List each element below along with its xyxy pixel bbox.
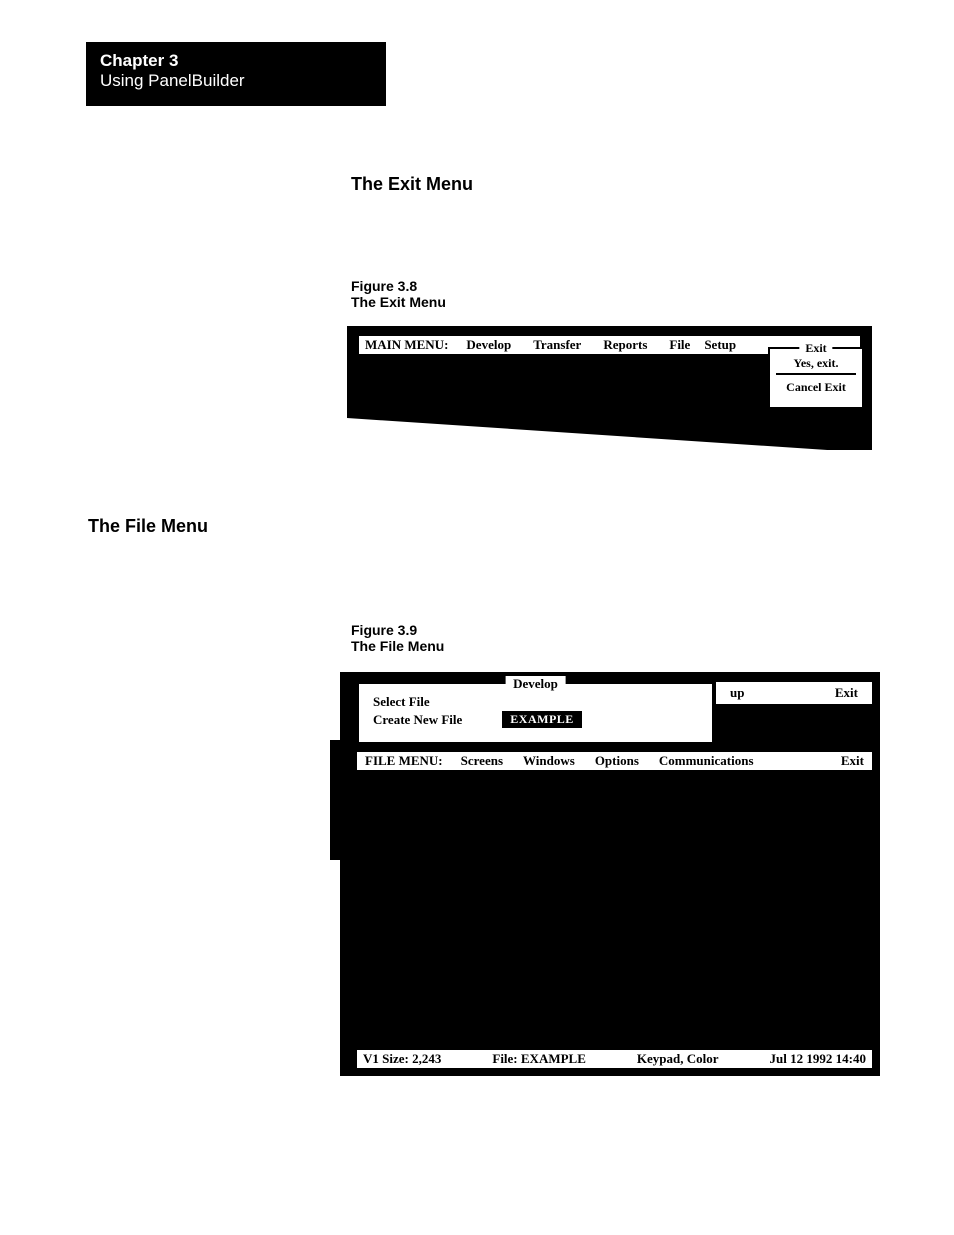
file-menu-item-screens[interactable]: Screens (461, 753, 503, 769)
status-mode: Keypad, Color (637, 1051, 719, 1067)
develop-select-file[interactable]: Select File (373, 694, 698, 710)
figure-number-3-9: Figure 3.9 (351, 622, 444, 638)
menu-item-setup[interactable]: Setup (704, 337, 736, 353)
top-right-up-fragment: up (730, 685, 744, 701)
document-page: Chapter 3 Using PanelBuilder The Exit Me… (0, 0, 954, 1235)
develop-panel-legend: Develop (505, 676, 566, 692)
file-menu-item-communications[interactable]: Communications (659, 753, 754, 769)
file-menu-screenshot: Develop Select File Create New File EXAM… (340, 672, 880, 1076)
exit-popup-legend: Exit (799, 341, 832, 356)
menu-item-file[interactable]: File (669, 337, 690, 353)
menu-item-transfer[interactable]: Transfer (533, 337, 581, 353)
figure-caption-3-8: Figure 3.8 The Exit Menu (351, 278, 446, 310)
develop-example-value: EXAMPLE (502, 711, 582, 728)
status-datetime: Jul 12 1992 14:40 (770, 1051, 866, 1067)
file-menu-item-exit[interactable]: Exit (841, 753, 864, 769)
menu-item-reports[interactable]: Reports (603, 337, 647, 353)
exit-popup-cancel[interactable]: Cancel Exit (770, 375, 862, 393)
status-file: File: EXAMPLE (492, 1051, 586, 1067)
section-heading-exit: The Exit Menu (351, 174, 473, 195)
top-right-exit[interactable]: Exit (835, 685, 858, 701)
chapter-header-block: Chapter 3 Using PanelBuilder (86, 42, 386, 106)
status-size: V1 Size: 2,243 (363, 1051, 441, 1067)
figure-number-3-8: Figure 3.8 (351, 278, 446, 294)
figure-title-3-9: The File Menu (351, 638, 444, 654)
section-heading-file: The File Menu (88, 516, 208, 537)
file-menu-item-options[interactable]: Options (595, 753, 639, 769)
status-bar: V1 Size: 2,243 File: EXAMPLE Keypad, Col… (357, 1050, 872, 1068)
figure-caption-3-9: Figure 3.9 The File Menu (351, 622, 444, 654)
file-menu-bar: FILE MENU: Screens Windows Options Commu… (357, 752, 872, 770)
main-menu-label: MAIN MENU: (365, 337, 448, 353)
develop-create-new-file[interactable]: Create New File (373, 712, 462, 728)
menu-item-develop[interactable]: Develop (466, 337, 511, 353)
chapter-subtitle: Using PanelBuilder (100, 71, 372, 91)
chapter-number: Chapter 3 (100, 52, 372, 71)
figure-title-3-8: The Exit Menu (351, 294, 446, 310)
file-menu-item-windows[interactable]: Windows (523, 753, 575, 769)
exit-figure-torn-edge (347, 418, 872, 453)
file-menu-label: FILE MENU: (365, 753, 443, 769)
develop-panel: Develop Select File Create New File EXAM… (357, 682, 714, 744)
top-right-strip: up Exit (716, 682, 872, 704)
exit-popup: Exit Yes, exit. Cancel Exit (768, 347, 864, 409)
